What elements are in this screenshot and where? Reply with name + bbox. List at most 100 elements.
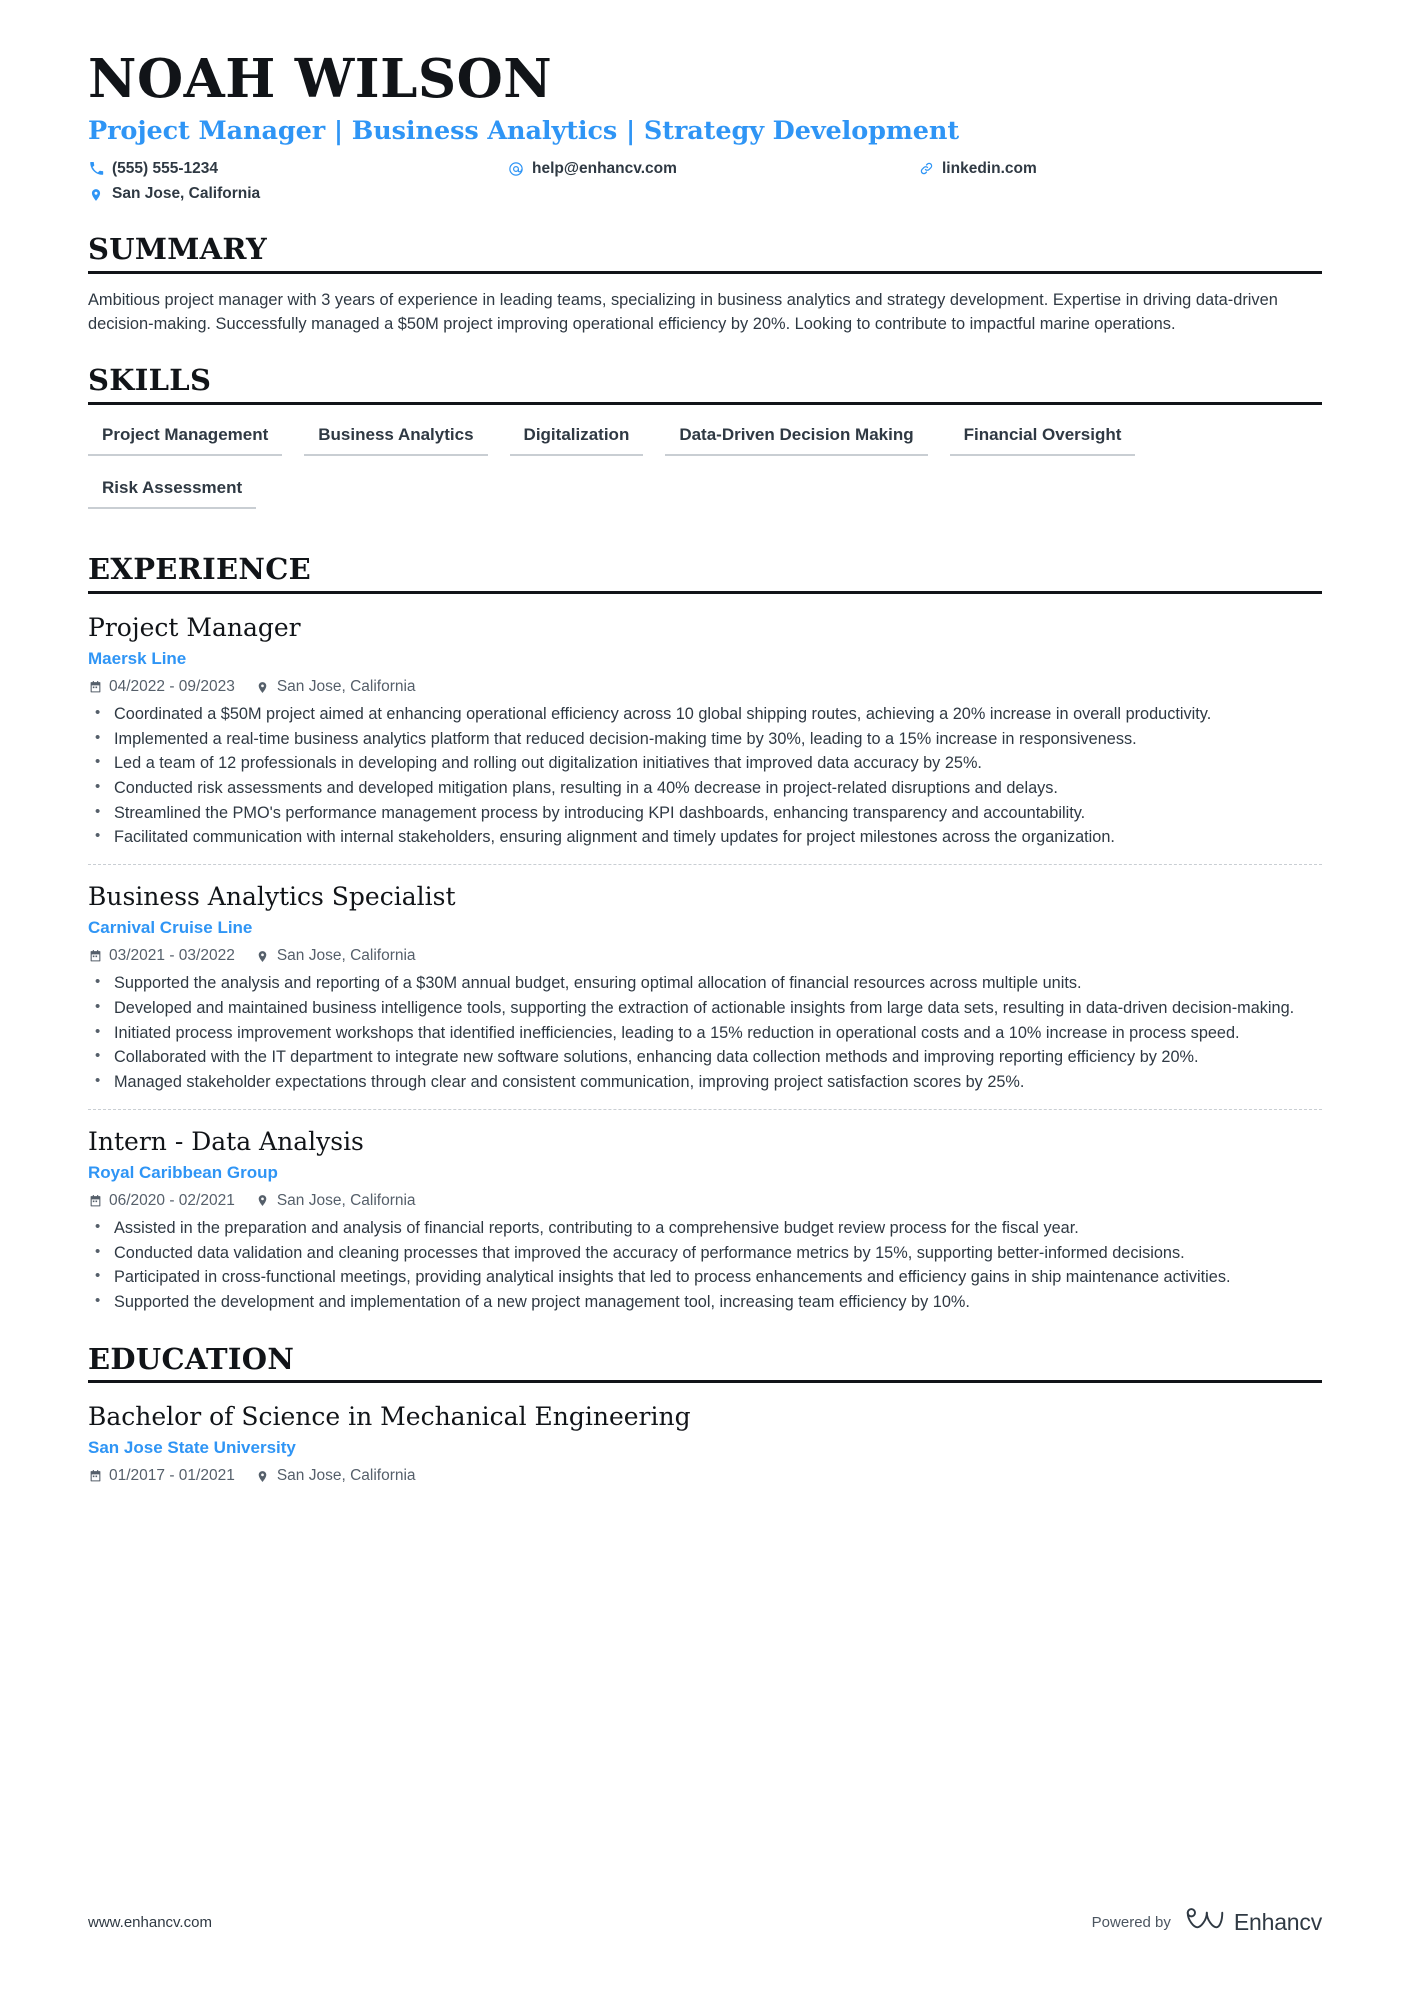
job-bullet: Managed stakeholder expectations through… [88, 1070, 1322, 1095]
education-location: San Jose, California [256, 1466, 416, 1486]
education-location-text: San Jose, California [276, 1467, 416, 1485]
job-dates-text: 04/2022 - 09/2023 [109, 678, 235, 696]
job-bullet: Supported the analysis and reporting of … [88, 971, 1322, 996]
calendar-icon [88, 1469, 102, 1484]
company-name[interactable]: Maersk Line [88, 648, 1322, 670]
job-bullets: Assisted in the preparation and analysis… [88, 1216, 1322, 1315]
skill-chip: Financial Oversight [949, 419, 1136, 456]
section-divider [88, 1379, 1322, 1383]
job-location: San Jose, California [256, 677, 416, 697]
job-title: Business Analytics Specialist [88, 881, 456, 911]
job-title: Project Manager [88, 612, 301, 642]
job-bullet: Assisted in the preparation and analysis… [88, 1216, 1322, 1241]
section-summary: SUMMARY Ambitious project manager with 3… [88, 233, 1322, 336]
section-divider [88, 590, 1322, 594]
education-dates-text: 01/2017 - 01/2021 [109, 1467, 235, 1485]
company-name[interactable]: Royal Caribbean Group [88, 1162, 1322, 1184]
footer-branding: Powered by Enhancv [1092, 1908, 1322, 1937]
skill-chip: Business Analytics [304, 419, 488, 456]
summary-text: Ambitious project manager with 3 years o… [88, 290, 1278, 333]
skills-list: Project Management Business Analytics Di… [88, 419, 1322, 526]
link-icon [918, 161, 934, 177]
education-entry: Bachelor of Science in Mechanical Engine… [88, 1397, 1322, 1486]
location-icon [256, 1469, 270, 1484]
powered-by-label: Powered by [1091, 1914, 1171, 1931]
calendar-icon [88, 1193, 102, 1208]
job-dates: 06/2020 - 02/2021 [88, 1191, 235, 1211]
job-bullet: Streamlined the PMO's performance manage… [88, 801, 1322, 826]
job-meta: 04/2022 - 09/2023 San Jose, California [88, 677, 1322, 697]
job-bullet: Led a team of 12 professionals in develo… [88, 751, 1322, 776]
skills-section-title: SKILLS [88, 363, 212, 398]
section-divider [88, 401, 1322, 405]
summary-section-title: SUMMARY [88, 232, 267, 267]
job-dates-text: 06/2020 - 02/2021 [109, 1191, 235, 1209]
school-name[interactable]: San Jose State University [88, 1437, 1322, 1459]
footer-website-link[interactable]: www.enhancv.com [88, 1914, 212, 1931]
experience-entry: Intern - Data Analysis Royal Caribbean G… [88, 1108, 1322, 1315]
location-icon [256, 1193, 270, 1208]
job-location-text: San Jose, California [276, 1191, 416, 1209]
candidate-headline: Project Manager | Business Analytics | S… [88, 116, 960, 147]
enhancv-logo: Enhancv [1185, 1908, 1322, 1937]
job-dates-text: 03/2021 - 03/2022 [109, 947, 235, 965]
degree-title: Bachelor of Science in Mechanical Engine… [88, 1401, 691, 1431]
skill-chip: Digitalization [509, 419, 644, 456]
experience-entry: Project Manager Maersk Line 04/2022 - 09… [88, 608, 1322, 850]
resume-header: NOAH WILSON Project Manager | Business A… [88, 48, 1322, 206]
candidate-name: NOAH WILSON [88, 48, 553, 110]
location-icon [88, 187, 104, 203]
job-bullet: Participated in cross-functional meeting… [88, 1265, 1322, 1290]
job-meta: 06/2020 - 02/2021 San Jose, California [88, 1191, 1322, 1211]
job-bullet: Developed and maintained business intell… [88, 996, 1322, 1021]
education-section-title: EDUCATION [88, 1341, 295, 1376]
job-meta: 03/2021 - 03/2022 San Jose, California [88, 946, 1322, 966]
job-bullets: Supported the analysis and reporting of … [88, 971, 1322, 1095]
job-bullet: Conducted risk assessments and developed… [88, 776, 1322, 801]
contact-email-text: help@enhancv.com [532, 159, 677, 177]
page-footer: www.enhancv.com Powered by Enhancv [88, 1908, 1322, 1937]
resume-page: NOAH WILSON Project Manager | Business A… [0, 0, 1410, 1995]
job-bullet: Supported the development and implementa… [88, 1290, 1322, 1315]
contact-info: (555) 555-1234 help@enhancv.com linkedin… [88, 159, 1322, 206]
contact-linkedin[interactable]: linkedin.com [918, 159, 1322, 180]
calendar-icon [88, 680, 102, 695]
job-location: San Jose, California [256, 946, 416, 966]
job-bullets: Coordinated a $50M project aimed at enha… [88, 702, 1322, 850]
skill-chip: Risk Assessment [88, 472, 257, 510]
email-icon [508, 161, 524, 177]
education-dates: 01/2017 - 01/2021 [88, 1466, 235, 1486]
contact-phone[interactable]: (555) 555-1234 [88, 159, 508, 180]
phone-icon [88, 161, 104, 177]
section-education: EDUCATION Bachelor of Science in Mechani… [88, 1341, 1322, 1487]
experience-section-title: EXPERIENCE [88, 552, 311, 587]
job-dates: 04/2022 - 09/2023 [88, 677, 235, 697]
company-name[interactable]: Carnival Cruise Line [88, 917, 1322, 939]
section-divider [88, 270, 1322, 274]
job-location-text: San Jose, California [276, 947, 416, 965]
section-experience: EXPERIENCE Project Manager Maersk Line 0… [88, 553, 1322, 1314]
contact-location: San Jose, California [88, 184, 508, 205]
section-skills: SKILLS Project Management Business Analy… [88, 363, 1322, 526]
enhancv-wordmark: Enhancv [1233, 1909, 1322, 1935]
location-icon [256, 680, 270, 695]
contact-linkedin-text: linkedin.com [942, 159, 1037, 177]
skill-chip: Project Management [88, 419, 283, 456]
job-bullet: Initiated process improvement workshops … [88, 1021, 1322, 1046]
job-bullet: Implemented a real-time business analyti… [88, 727, 1322, 752]
job-bullet: Collaborated with the IT department to i… [88, 1045, 1322, 1070]
job-bullet: Coordinated a $50M project aimed at enha… [88, 702, 1322, 727]
experience-entry: Business Analytics Specialist Carnival C… [88, 863, 1322, 1095]
job-title: Intern - Data Analysis [88, 1126, 364, 1156]
calendar-icon [88, 949, 102, 964]
contact-email[interactable]: help@enhancv.com [508, 159, 918, 180]
job-bullet: Conducted data validation and cleaning p… [88, 1241, 1322, 1266]
enhancv-mark-icon [1185, 1908, 1225, 1937]
job-location: San Jose, California [256, 1191, 416, 1211]
education-meta: 01/2017 - 01/2021 San Jose, California [88, 1466, 1322, 1486]
contact-phone-text: (555) 555-1234 [112, 159, 218, 177]
job-location-text: San Jose, California [276, 678, 416, 696]
job-bullet: Facilitated communication with internal … [88, 825, 1322, 850]
contact-location-text: San Jose, California [112, 185, 261, 203]
location-icon [256, 949, 270, 964]
